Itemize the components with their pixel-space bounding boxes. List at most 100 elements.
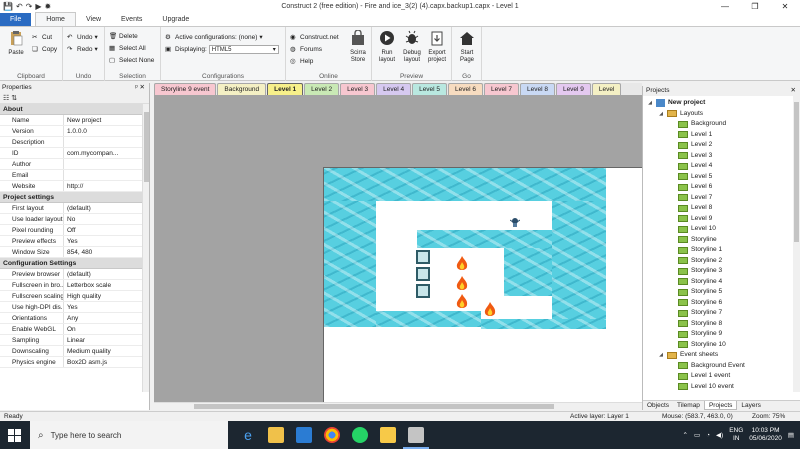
property-row[interactable]: Email — [0, 170, 149, 181]
construct-net-button[interactable]: ◉ Construct.net — [290, 32, 339, 42]
layout-tab[interactable]: Level 1 — [267, 83, 304, 95]
battery-icon[interactable]: ▭ — [694, 431, 700, 439]
debug-icon[interactable]: ✹ — [45, 2, 52, 11]
help-button[interactable]: ◎ Help — [290, 56, 313, 66]
volume-icon[interactable]: ◀) — [716, 431, 723, 439]
property-row[interactable]: Pixel rounding Off — [0, 225, 149, 236]
property-row[interactable]: Use high-DPI dis... Yes — [0, 302, 149, 313]
tree-item[interactable]: Storyline 7 — [647, 308, 800, 319]
tree-item[interactable]: Level 3 — [647, 151, 800, 162]
tree-item[interactable]: Level 7 — [647, 193, 800, 204]
layout-tab[interactable]: Storyline 9 event — [154, 83, 217, 95]
tree-item[interactable]: Level 10 event — [647, 382, 800, 393]
property-section-header[interactable]: About — [0, 104, 149, 115]
fire-icon[interactable] — [455, 256, 469, 272]
tree-item[interactable]: Storyline 4 — [647, 277, 800, 288]
tree-item[interactable]: Level 5 — [647, 172, 800, 183]
property-row[interactable]: Website http:// — [0, 181, 149, 192]
whatsapp-icon[interactable] — [352, 427, 368, 443]
property-value[interactable]: Linear — [64, 335, 149, 345]
property-value[interactable]: Any — [64, 313, 149, 323]
paste-button[interactable]: Paste — [4, 30, 28, 57]
property-row[interactable]: Name New project — [0, 115, 149, 126]
layout-tab[interactable]: Background — [217, 83, 267, 95]
clock[interactable]: 10:03 PM 05/06/2020 — [749, 427, 782, 443]
forums-button[interactable]: ◍ Forums — [290, 44, 322, 54]
minimize-icon[interactable]: — — [710, 0, 740, 13]
tree-item[interactable]: Storyline 8 — [647, 319, 800, 330]
tab-events[interactable]: Events — [111, 13, 152, 26]
pin-icon[interactable]: ᵖ — [135, 84, 137, 91]
tree-item[interactable]: Level 8 — [647, 203, 800, 214]
property-row[interactable]: First layout (default) — [0, 203, 149, 214]
tab-objects[interactable]: Objects — [643, 401, 673, 410]
crate[interactable] — [416, 250, 430, 264]
mail-icon[interactable] — [296, 427, 312, 443]
tree-item[interactable]: Storyline 3 — [647, 266, 800, 277]
maximize-icon[interactable]: ❐ — [740, 0, 770, 13]
expand-toggle-icon[interactable]: ◢ — [658, 350, 664, 361]
tree-item[interactable]: Storyline 10 — [647, 340, 800, 351]
tree-item[interactable]: ◢ New project — [647, 98, 800, 109]
chevron-up-icon[interactable]: ⌃ — [682, 431, 687, 439]
ice-floor-left[interactable] — [376, 311, 481, 327]
scroll-thumb[interactable] — [194, 404, 554, 409]
player-sprite-icon[interactable] — [510, 217, 520, 227]
property-row[interactable]: Preview browser (default) — [0, 269, 149, 280]
property-value[interactable]: Off — [64, 225, 149, 235]
scirra-store-button[interactable]: Scirra Store — [346, 29, 370, 64]
cut-button[interactable]: ✂ Cut — [32, 32, 52, 42]
select-none-button[interactable]: ▢ Select None — [109, 55, 154, 65]
store-icon[interactable] — [268, 427, 284, 443]
layout-tab[interactable]: Level 2 — [304, 83, 340, 95]
start-page-button[interactable]: Start Page — [455, 30, 479, 64]
tree-item[interactable]: Storyline 9 — [647, 329, 800, 340]
export-project-button[interactable]: Export project — [425, 30, 449, 64]
property-row[interactable]: Fullscreen in bro... Letterbox scale — [0, 280, 149, 291]
property-value[interactable]: New project — [64, 115, 149, 125]
ice-wall-left[interactable] — [324, 201, 376, 327]
crate[interactable] — [416, 284, 430, 298]
tree-item[interactable]: Level 6 — [647, 182, 800, 193]
expand-toggle-icon[interactable]: ◢ — [658, 109, 664, 120]
language-indicator[interactable]: ENG IN — [729, 427, 743, 443]
properties-scrollbar[interactable] — [142, 104, 149, 392]
property-value[interactable]: http:// — [64, 181, 149, 191]
property-row[interactable]: Author — [0, 159, 149, 170]
property-value[interactable]: (default) — [64, 269, 149, 279]
tree-item[interactable]: ◢ Layouts — [647, 109, 800, 120]
delete-button[interactable]: 🗑 Delete — [109, 31, 138, 41]
layout-tab[interactable]: Level 8 — [519, 83, 555, 95]
property-value[interactable]: No — [64, 214, 149, 224]
close-icon[interactable]: ✕ — [770, 0, 800, 13]
ice-block-right[interactable] — [504, 248, 552, 296]
expand-toggle-icon[interactable]: ◢ — [647, 98, 653, 109]
chrome-icon[interactable] — [324, 427, 340, 443]
tree-item[interactable]: Level 2 — [647, 140, 800, 151]
ice-wall-top[interactable] — [324, 168, 606, 201]
property-section-header[interactable]: Project settings — [0, 192, 149, 203]
ice-wall-right[interactable] — [552, 201, 606, 329]
redo-icon[interactable]: ↷ — [26, 2, 33, 11]
property-value[interactable]: Yes — [64, 302, 149, 312]
fire-icon[interactable] — [455, 276, 469, 292]
tree-item[interactable]: Storyline — [647, 235, 800, 246]
property-row[interactable]: Use loader layout No — [0, 214, 149, 225]
tree-item[interactable]: Storyline 2 — [647, 256, 800, 267]
save-icon[interactable]: 💾 — [3, 2, 13, 11]
property-row[interactable]: Downscaling Medium quality — [0, 346, 149, 357]
layout-tab[interactable]: Level 6 — [448, 83, 484, 95]
tree-item[interactable]: Level 1 event — [647, 371, 800, 382]
construct-app-icon[interactable] — [403, 427, 429, 449]
tree-item[interactable]: Storyline 1 — [647, 245, 800, 256]
select-all-button[interactable]: ▦ Select All — [109, 43, 146, 53]
notification-icon[interactable]: ▤ — [788, 431, 794, 439]
debug-layout-button[interactable]: Debug layout — [400, 30, 424, 64]
tree-item[interactable]: Background Event — [647, 361, 800, 372]
sort-icon[interactable]: ⇅ — [11, 95, 17, 102]
layout-tab[interactable]: Level 3 — [340, 83, 376, 95]
property-value[interactable]: 1.0.0.0 — [64, 126, 149, 136]
property-row[interactable]: ID com.mycompan... — [0, 148, 149, 159]
layout-tab[interactable]: Level 7 — [484, 83, 519, 95]
close-icon[interactable]: ✕ — [791, 86, 796, 96]
